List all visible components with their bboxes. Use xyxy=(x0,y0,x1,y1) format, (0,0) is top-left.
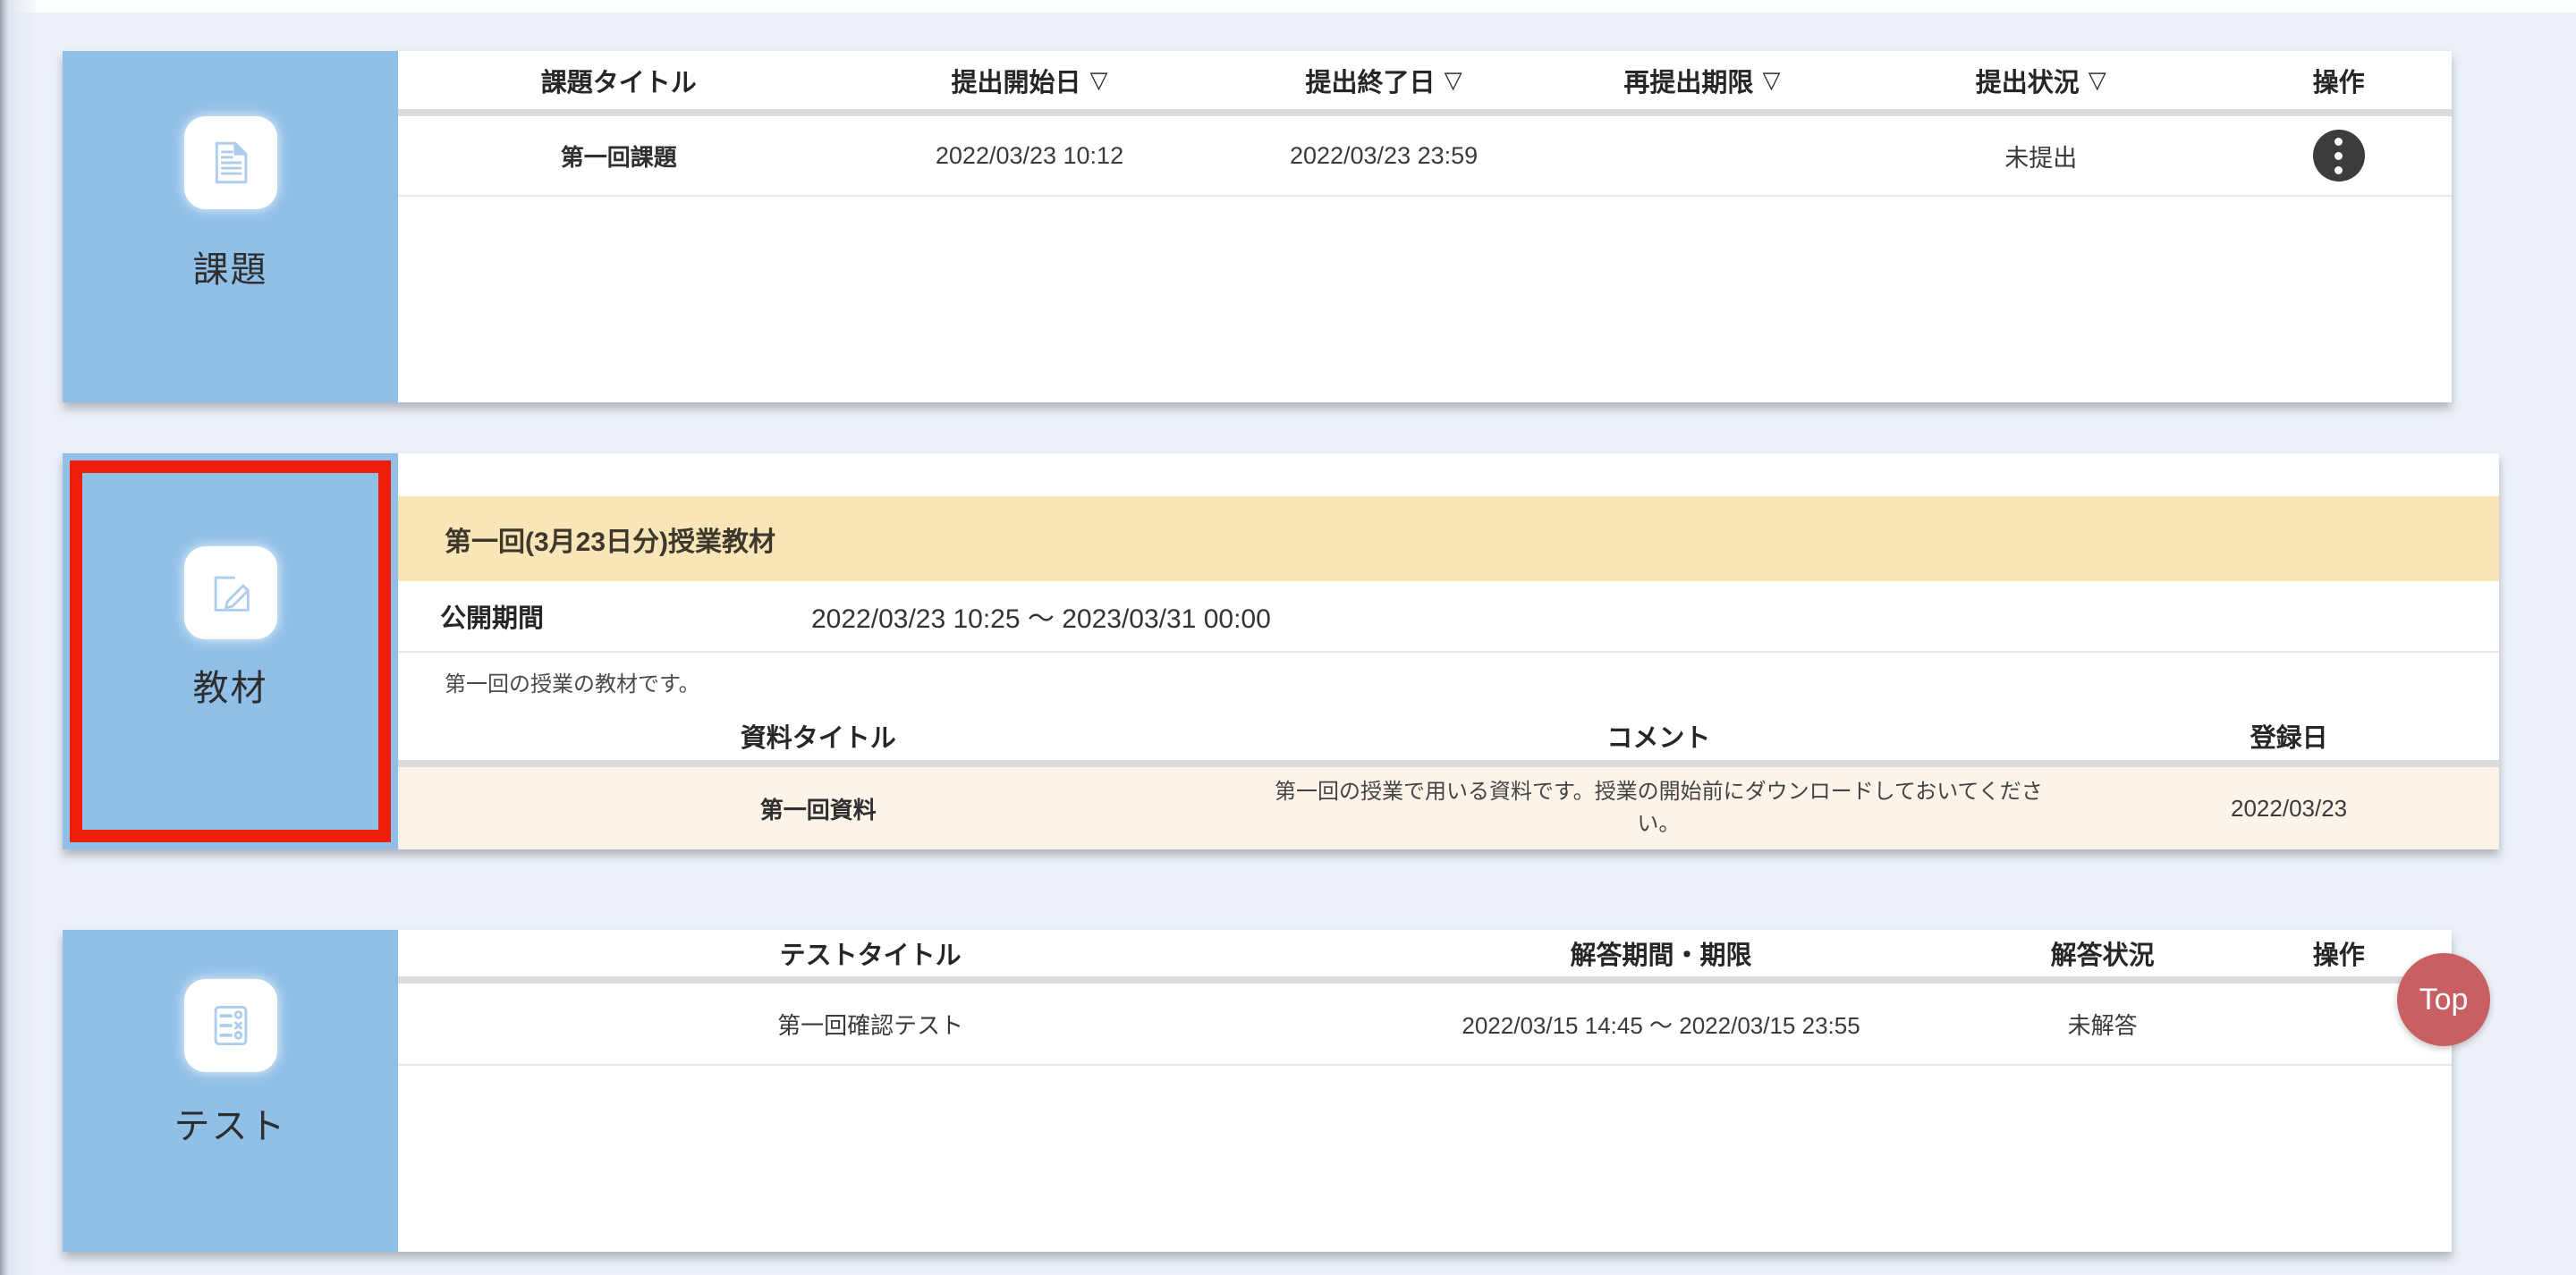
edit-icon xyxy=(184,546,277,639)
tests-table-header: テストタイトル 解答期間・期限 解答状況 操作 xyxy=(398,930,2452,984)
tile-label-tests: テスト xyxy=(63,1097,398,1149)
sort-desc-icon: ▽ xyxy=(2089,66,2106,94)
sort-desc-icon: ▽ xyxy=(1445,66,1462,94)
col-header-answer-period: 解答期間・期限 xyxy=(1343,934,1979,972)
material-comment-cell: 第一回の授業で用いる資料です。授業の開始前にダウンロードしておいてください。 xyxy=(1239,776,2080,840)
material-registered-date: 2022/03/23 xyxy=(2079,795,2499,823)
sort-desc-icon: ▽ xyxy=(1762,66,1780,94)
assignment-row: 第一回課題 2022/03/23 10:12 2022/03/23 23:59 … xyxy=(398,116,2452,197)
kebab-menu-icon[interactable] xyxy=(2313,130,2365,182)
period-label: 公開期間 xyxy=(398,597,811,635)
assignments-table-header: 課題タイトル 提出開始日▽ 提出終了日▽ 再提出期限▽ 提出状況▽ 操作 xyxy=(398,51,2452,116)
tests-table: テストタイトル 解答期間・期限 解答状況 操作 第一回確認テスト 2022/03… xyxy=(398,930,2452,1252)
col-header-test-title: テストタイトル xyxy=(398,934,1343,972)
sidebar-tile-tests[interactable]: テスト xyxy=(63,930,398,1252)
col-header-submit-start[interactable]: 提出開始日▽ xyxy=(840,62,1220,99)
action-highlight-box xyxy=(70,460,391,842)
material-title: 第一回資料 xyxy=(398,792,1239,825)
materials-description: 第一回の授業の教材です。 xyxy=(398,653,2499,711)
col-header-submit-status[interactable]: 提出状況▽ xyxy=(1856,62,2225,99)
col-header-registered-date: 登録日 xyxy=(2079,717,2499,755)
scroll-to-top-button[interactable]: Top xyxy=(2397,953,2490,1046)
tests-section: テスト テストタイトル 解答期間・期限 解答状況 操作 第一回確認テスト 202… xyxy=(63,930,2452,1252)
col-header-submit-end[interactable]: 提出終了日▽ xyxy=(1219,62,1547,99)
materials-table-header: 資料タイトル コメント 登録日 xyxy=(398,711,2499,767)
assignments-section: 課題 課題タイトル 提出開始日▽ 提出終了日▽ 再提出期限▽ 提出状況▽ 操作 … xyxy=(63,51,2452,402)
col-header-actions: 操作 xyxy=(2225,62,2452,99)
materials-top-spacer xyxy=(398,453,2499,496)
col-header-resubmit-deadline[interactable]: 再提出期限▽ xyxy=(1548,62,1856,99)
test-period: 2022/03/15 14:45 ～ 2022/03/15 23:55 xyxy=(1343,1008,1979,1041)
sidebar-tile-materials[interactable]: 教材 xyxy=(63,453,398,849)
test-title: 第一回確認テスト xyxy=(398,1008,1343,1041)
period-value: 2022/03/23 10:25 ～ 2023/03/31 00:00 xyxy=(811,596,1271,636)
sidebar-tile-assignments[interactable]: 課題 xyxy=(63,51,398,402)
col-header-answer-status: 解答状況 xyxy=(1979,934,2226,972)
materials-content: 第一回(3月23日分)授業教材 公開期間 2022/03/23 10:25 ～ … xyxy=(398,453,2499,849)
assignment-actions-cell xyxy=(2225,130,2452,182)
assignment-start: 2022/03/23 10:12 xyxy=(840,142,1220,170)
col-header-material-title: 資料タイトル xyxy=(398,717,1239,755)
assignment-title: 第一回課題 xyxy=(398,139,840,173)
sort-desc-icon: ▽ xyxy=(1090,66,1108,94)
page-left-edge xyxy=(0,0,39,1275)
col-header-comment: コメント xyxy=(1239,717,2080,755)
test-status: 未解答 xyxy=(1979,1008,2226,1041)
materials-section: 教材 第一回(3月23日分)授業教材 公開期間 2022/03/23 10:25… xyxy=(63,453,2499,849)
col-header-assignment-title: 課題タイトル xyxy=(398,62,840,99)
checklist-icon xyxy=(184,979,277,1072)
materials-section-title: 第一回(3月23日分)授業教材 xyxy=(398,496,2499,581)
tile-label-assignments: 課題 xyxy=(63,241,398,292)
course-content-page: 課題 課題タイトル 提出開始日▽ 提出終了日▽ 再提出期限▽ 提出状況▽ 操作 … xyxy=(0,0,2576,1275)
test-row: 第一回確認テスト 2022/03/15 14:45 ～ 2022/03/15 2… xyxy=(398,984,2452,1066)
material-row: 第一回資料 第一回の授業で用いる資料です。授業の開始前にダウンロードしておいてく… xyxy=(398,767,2499,849)
document-icon xyxy=(184,116,277,209)
tile-label-materials: 教材 xyxy=(63,659,398,711)
page-top-strip xyxy=(5,0,2576,13)
materials-period-row: 公開期間 2022/03/23 10:25 ～ 2023/03/31 00:00 xyxy=(398,581,2499,653)
material-comment: 第一回の授業で用いる資料です。授業の開始前にダウンロードしておいてください。 xyxy=(1256,776,2061,840)
assignment-status: 未提出 xyxy=(1856,139,2225,173)
assignment-end: 2022/03/23 23:59 xyxy=(1219,142,1547,170)
assignments-table: 課題タイトル 提出開始日▽ 提出終了日▽ 再提出期限▽ 提出状況▽ 操作 第一回… xyxy=(398,51,2452,402)
